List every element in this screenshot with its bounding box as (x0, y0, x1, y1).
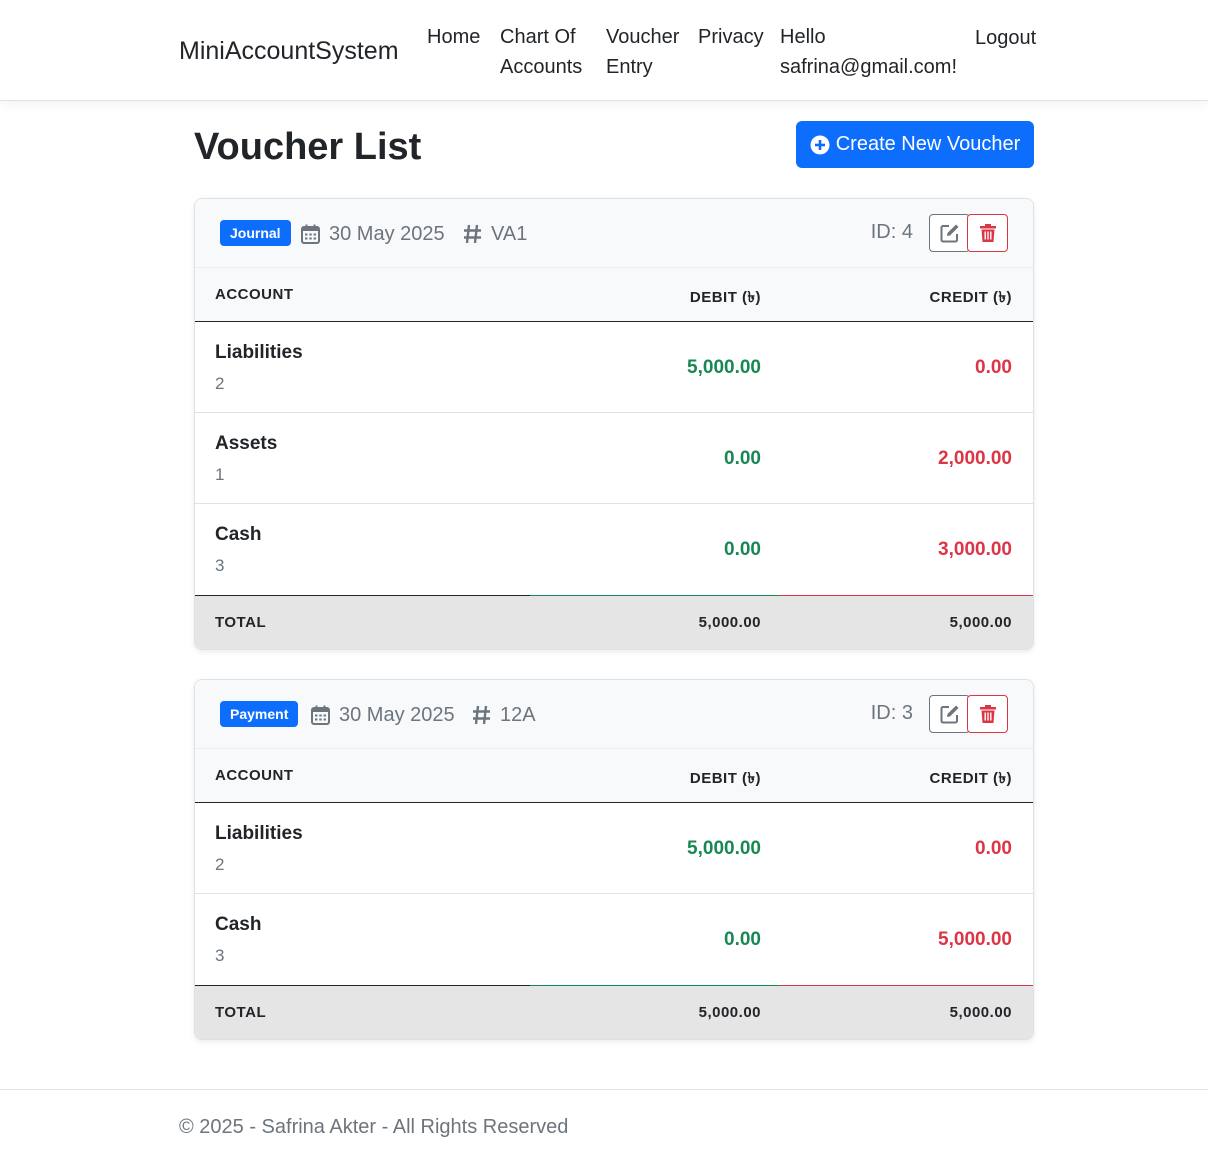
nav-logout[interactable]: Logout (975, 23, 1036, 53)
voucher-date-text: 30 May 2025 (339, 704, 455, 726)
total-row: TOTAL 5,000.00 5,000.00 (195, 985, 1033, 1039)
total-divider-credit (780, 595, 1033, 596)
plus-circle-icon (810, 135, 830, 154)
voucher-id: ID: 4 (870, 221, 913, 243)
header-credit: CREDIT (৳) (929, 289, 1012, 306)
account-name: Liabilities (215, 823, 303, 844)
hello-line2: safrina@gmail.com! (780, 56, 958, 78)
account-code: 2 (215, 855, 225, 874)
account-name: Assets (215, 433, 278, 454)
account-name: Liabilities (215, 342, 303, 363)
table-row: Liabilities 2 5,000.00 0.00 (195, 803, 1033, 894)
account-code: 3 (215, 946, 225, 965)
credit-amount: 0.00 (975, 357, 1012, 378)
account-code: 2 (215, 374, 225, 393)
total-debit: 5,000.00 (698, 614, 761, 631)
voucher-card: Payment 30 May 2025 12A ID: 3 ACCOUNT DE… (194, 679, 1034, 1040)
nav-chart-of-accounts[interactable]: Chart Of Accounts (500, 22, 582, 82)
voucher-date: 30 May 2025 (301, 221, 445, 247)
debit-amount: 0.00 (724, 448, 761, 469)
header-credit: CREDIT (৳) (929, 770, 1012, 787)
nav-chart-of-accounts-line2: Accounts (500, 56, 583, 78)
nav-voucher-entry[interactable]: Voucher Entry (606, 22, 679, 82)
voucher-card-header: Payment 30 May 2025 12A ID: 3 (195, 680, 1033, 749)
credit-amount: 3,000.00 (938, 539, 1012, 560)
table-row: Assets 1 0.00 2,000.00 (195, 413, 1033, 504)
nav-home[interactable]: Home (427, 22, 480, 52)
table-header: ACCOUNT DEBIT (৳) CREDIT (৳) (195, 268, 1033, 322)
total-debit: 5,000.00 (698, 1004, 761, 1021)
create-voucher-button[interactable]: Create New Voucher (796, 121, 1034, 168)
header-debit: DEBIT (৳) (689, 770, 761, 787)
credit-amount: 2,000.00 (938, 448, 1012, 469)
total-row: TOTAL 5,000.00 5,000.00 (195, 595, 1033, 649)
debit-amount: 0.00 (724, 929, 761, 950)
total-credit: 5,000.00 (949, 614, 1012, 631)
calendar-icon (301, 224, 320, 244)
voucher-reference: VA1 (463, 221, 527, 247)
nav-privacy[interactable]: Privacy (698, 22, 764, 52)
total-credit: 5,000.00 (949, 1004, 1012, 1021)
total-divider-debit (530, 595, 780, 596)
hash-icon (473, 705, 490, 725)
navbar: MiniAccountSystem Home Chart Of Accounts… (0, 0, 1208, 101)
table-row: Cash 3 0.00 5,000.00 (195, 894, 1033, 985)
hello-line1: Hello (780, 26, 826, 48)
create-voucher-label: Create New Voucher (835, 133, 1021, 155)
hash-icon (464, 224, 481, 244)
voucher-type-badge: Journal (220, 220, 291, 246)
debit-amount: 0.00 (724, 539, 761, 560)
edit-voucher-button[interactable] (929, 695, 970, 733)
nav-voucher-entry-line1: Voucher (606, 26, 680, 48)
total-label: TOTAL (215, 1004, 267, 1021)
debit-amount: 5,000.00 (687, 357, 761, 378)
voucher-type-badge: Payment (220, 701, 299, 727)
header-account: ACCOUNT (215, 286, 294, 303)
voucher-date: 30 May 2025 (311, 702, 455, 728)
nav-voucher-entry-line2: Entry (606, 56, 653, 78)
voucher-reference-text: 12A (500, 704, 536, 726)
account-code: 3 (215, 556, 225, 575)
table-row: Liabilities 2 5,000.00 0.00 (195, 322, 1033, 413)
brand-link[interactable]: MiniAccountSystem (179, 36, 399, 66)
header-debit: DEBIT (৳) (689, 289, 761, 306)
voucher-reference-text: VA1 (491, 223, 528, 245)
edit-icon (940, 705, 958, 724)
voucher-date-text: 30 May 2025 (329, 223, 445, 245)
footer-copyright: © 2025 - Safrina Akter - All Rights Rese… (179, 1116, 569, 1138)
header-account: ACCOUNT (215, 767, 294, 784)
trash-icon (979, 224, 996, 242)
nav-hello-user: Hello safrina@gmail.com! (780, 22, 957, 82)
account-name: Cash (215, 914, 262, 935)
edit-icon (940, 224, 958, 243)
calendar-icon (311, 705, 330, 725)
total-divider-debit (530, 985, 780, 986)
voucher-id: ID: 3 (870, 702, 913, 724)
credit-amount: 0.00 (975, 838, 1012, 859)
footer-divider (0, 1089, 1208, 1090)
edit-voucher-button[interactable] (929, 214, 970, 252)
delete-voucher-button[interactable] (967, 214, 1008, 252)
delete-voucher-button[interactable] (967, 695, 1008, 733)
total-divider-credit (780, 985, 1033, 986)
table-row: Cash 3 0.00 3,000.00 (195, 504, 1033, 595)
total-label: TOTAL (215, 614, 267, 631)
account-name: Cash (215, 524, 262, 545)
voucher-reference: 12A (472, 702, 536, 728)
trash-icon (979, 705, 996, 723)
debit-amount: 5,000.00 (687, 838, 761, 859)
nav-chart-of-accounts-line1: Chart Of (500, 26, 576, 48)
voucher-card: Journal 30 May 2025 VA1 ID: 4 ACCOUNT DE… (194, 198, 1034, 650)
total-divider (195, 595, 530, 596)
page-title: Voucher List (194, 126, 422, 168)
total-divider (195, 985, 530, 986)
account-code: 1 (215, 465, 225, 484)
table-header: ACCOUNT DEBIT (৳) CREDIT (৳) (195, 749, 1033, 803)
voucher-card-header: Journal 30 May 2025 VA1 ID: 4 (195, 199, 1033, 268)
credit-amount: 5,000.00 (938, 929, 1012, 950)
